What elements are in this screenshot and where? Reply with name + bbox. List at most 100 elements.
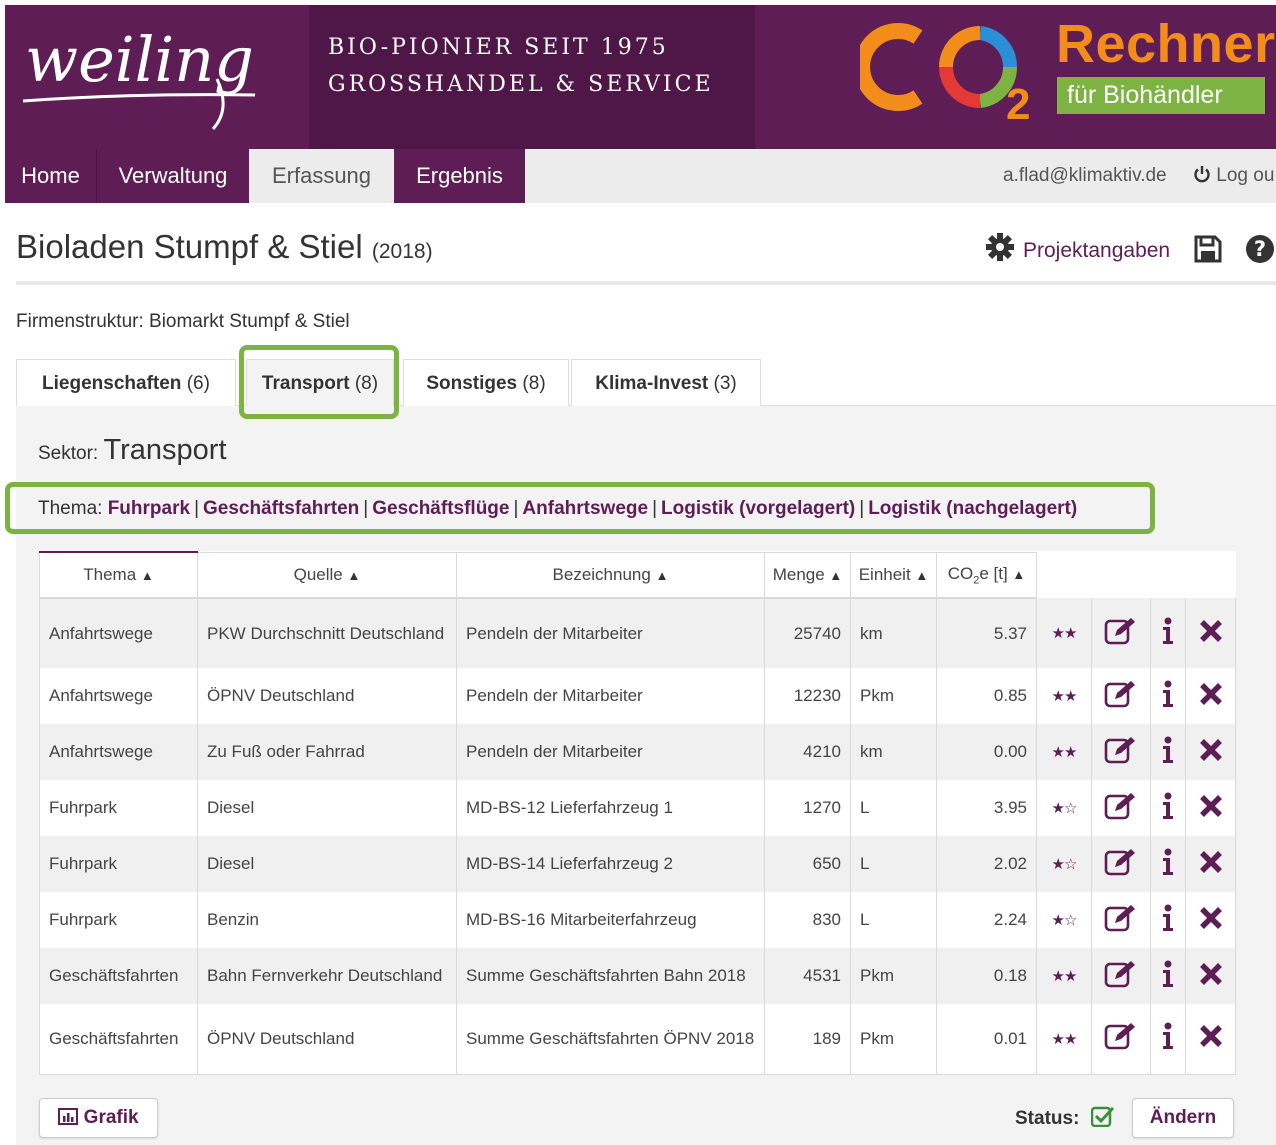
delete-icon[interactable] — [1198, 738, 1224, 767]
grafik-button[interactable]: Grafik — [39, 1098, 158, 1138]
column-header-bezeichnung[interactable]: Bezeichnung ▲︎ — [456, 551, 765, 599]
delete-icon[interactable] — [1198, 906, 1224, 935]
sektor-heading: Sektor: Transport — [38, 434, 227, 467]
edit-icon[interactable] — [1104, 680, 1138, 713]
nav-verwaltung[interactable]: Verwaltung — [97, 149, 249, 203]
tab-count: (6) — [186, 373, 210, 394]
tab-klima-invest[interactable]: Klima-Invest (3) — [571, 359, 761, 406]
info-icon[interactable] — [1160, 617, 1176, 650]
co2-logo: 2 — [860, 23, 1030, 125]
cell-einheit: L — [850, 836, 937, 892]
cell-thema: Geschäftsfahrten — [39, 1004, 198, 1075]
edit-icon[interactable] — [1104, 1023, 1138, 1055]
cell-co2e: 0.00 — [936, 724, 1037, 780]
nav-home[interactable]: Home — [5, 149, 96, 203]
page-title: Bioladen Stumpf & Stiel (2018) — [16, 228, 433, 266]
delete-icon[interactable] — [1198, 962, 1224, 991]
cell-co2e: 5.37 — [936, 598, 1037, 668]
cell-bezeichnung: Summe Geschäftsfahrten ÖPNV 2018 — [456, 1004, 765, 1075]
header-banner: weiling BIO-PIONIER SEIT 1975 GROSSHANDE… — [5, 5, 1276, 149]
cell-thema: Anfahrtswege — [39, 598, 198, 668]
edit-icon[interactable] — [1104, 617, 1138, 650]
cell-bezeichnung: MD-BS-16 Mitarbeiterfahrzeug — [456, 892, 765, 948]
column-header-thema[interactable]: Thema ▲︎ — [39, 551, 198, 599]
cell-einheit: km — [850, 724, 937, 780]
cell-einheit: Pkm — [850, 668, 937, 724]
table-row: Fuhrpark Diesel MD-BS-14 Lieferfahrzeug 26… — [39, 836, 1236, 892]
tab-label: Klima-Invest — [595, 373, 709, 394]
page-title-year: (2018) — [371, 240, 433, 263]
sort-icon: ▲︎ — [915, 567, 929, 583]
delete-icon[interactable] — [1198, 794, 1224, 823]
cell-thema: Fuhrpark — [39, 836, 198, 892]
table-row: Geschäftsfahrten ÖPNV Deutschland Summe Ge… — [39, 1004, 1236, 1075]
cell-menge: 1270 — [764, 780, 851, 836]
weiling-logo[interactable]: weiling — [17, 9, 287, 139]
help-icon[interactable]: ? — [1245, 234, 1275, 264]
cell-thema: Anfahrtswege — [39, 724, 198, 780]
rating-stars-icon: ★★ — [1051, 625, 1078, 642]
nav-ergebnis[interactable]: Ergebnis — [394, 149, 525, 203]
delete-icon[interactable] — [1198, 682, 1224, 711]
tab-liegenschaften[interactable]: Liegenschaften (6) — [16, 359, 236, 406]
cell-menge: 4531 — [764, 948, 851, 1004]
cell-bezeichnung: MD-BS-14 Lieferfahrzeug 2 — [456, 836, 765, 892]
info-icon[interactable] — [1160, 848, 1176, 881]
tagline-bio-pionier: BIO-PIONIER SEIT 1975 — [328, 35, 669, 60]
cell-quelle: PKW Durchschnitt Deutschland — [197, 598, 457, 668]
save-icon[interactable] — [1193, 234, 1223, 264]
fuer-biohaendler-label: für Biohändler — [1057, 77, 1265, 114]
tab-label: Liegenschaften — [42, 373, 182, 394]
cell-quelle: Bahn Fernverkehr Deutschland — [197, 948, 457, 1004]
nav-erfassung[interactable]: Erfassung — [249, 149, 394, 203]
table-row: Anfahrtswege PKW Durchschnitt Deutschland… — [39, 598, 1236, 668]
column-header-quelle[interactable]: Quelle ▲︎ — [197, 551, 457, 599]
info-icon[interactable] — [1160, 904, 1176, 937]
info-icon[interactable] — [1160, 680, 1176, 713]
cell-quelle: Diesel — [197, 780, 457, 836]
svg-text:2: 2 — [1006, 80, 1030, 125]
aendern-button[interactable]: Ändern — [1132, 1098, 1234, 1138]
table-row: Anfahrtswege Zu Fuß oder Fahrrad Pendeln d… — [39, 724, 1236, 780]
rating-stars-icon: ★★ — [1051, 1030, 1078, 1048]
delete-icon[interactable] — [1198, 1025, 1224, 1053]
sektor-name: Transport — [103, 434, 227, 466]
power-icon — [1194, 166, 1210, 183]
cell-co2e: 2.02 — [936, 836, 1037, 892]
cell-quelle: Benzin — [197, 892, 457, 948]
table-row: Fuhrpark Benzin MD-BS-16 Mitarbeiterfahrze… — [39, 892, 1236, 948]
info-icon[interactable] — [1160, 1022, 1176, 1055]
tab-label: Sonstiges — [426, 373, 518, 394]
cell-menge: 4210 — [764, 724, 851, 780]
logout-link[interactable]: Log ou — [1193, 149, 1274, 203]
bar-chart-icon — [58, 1108, 79, 1125]
edit-icon[interactable] — [1104, 792, 1138, 825]
column-header-einheit[interactable]: Einheit ▲︎ — [850, 551, 937, 599]
cell-thema: Anfahrtswege — [39, 668, 198, 724]
delete-icon[interactable] — [1198, 619, 1224, 648]
edit-icon[interactable] — [1104, 848, 1138, 881]
cell-co2e: 0.85 — [936, 668, 1037, 724]
delete-icon[interactable] — [1198, 850, 1224, 879]
info-icon[interactable] — [1160, 736, 1176, 769]
cell-menge: 189 — [764, 1004, 851, 1075]
sort-icon: ▲︎ — [347, 567, 361, 583]
column-header-menge[interactable]: Menge ▲︎ — [764, 551, 851, 599]
edit-icon[interactable] — [1104, 960, 1138, 993]
edit-icon[interactable] — [1104, 904, 1138, 937]
sort-icon: ▲︎ — [140, 568, 154, 583]
cell-bezeichnung: MD-BS-12 Lieferfahrzeug 1 — [456, 780, 765, 836]
info-icon[interactable] — [1160, 792, 1176, 825]
cell-menge: 25740 — [764, 598, 851, 668]
edit-icon[interactable] — [1104, 736, 1138, 769]
projektangaben-label: Projektangaben — [1023, 239, 1171, 262]
status-label: Status: — [1015, 1108, 1080, 1129]
tab-sonstiges[interactable]: Sonstiges (8) — [403, 359, 569, 406]
column-header-co2e[interactable]: CO2e [t] ▲︎ — [936, 551, 1037, 599]
info-icon[interactable] — [1160, 960, 1176, 993]
gear-icon — [986, 233, 1014, 261]
table-row: Geschäftsfahrten Bahn Fernverkehr Deutsch… — [39, 948, 1236, 1004]
tagline-grosshandel: GROSSHANDEL & SERVICE — [328, 72, 714, 97]
user-email-link[interactable]: a.flad@klimaktiv.de — [1003, 149, 1167, 203]
projektangaben-link[interactable]: Projektangaben — [985, 232, 1170, 269]
